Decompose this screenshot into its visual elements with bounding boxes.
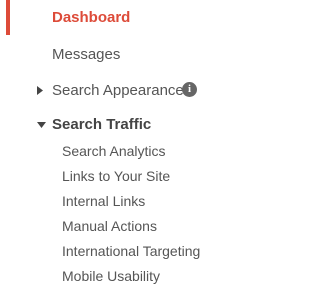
sidebar-subitem-label: International Targeting xyxy=(62,243,201,259)
info-icon[interactable]: i xyxy=(182,82,197,97)
sidebar-item-dashboard[interactable]: Dashboard xyxy=(0,0,247,35)
sidebar-item-messages[interactable]: Messages xyxy=(0,42,247,68)
sidebar-subitem-manual-actions[interactable]: Manual Actions xyxy=(0,215,247,237)
sidebar-item-search-appearance-label: Search Appearance xyxy=(52,82,184,99)
sidebar-subitem-label: Search Analytics xyxy=(62,143,166,159)
sidebar-subitem-mobile-usability[interactable]: Mobile Usability xyxy=(0,265,247,287)
sidebar-subitem-label: Mobile Usability xyxy=(62,268,161,284)
sidebar-subitem-label: Manual Actions xyxy=(62,218,157,234)
sidebar-subitem-label: Internal Links xyxy=(62,193,146,209)
sidebar-item-search-traffic[interactable]: Search Traffic xyxy=(0,112,247,138)
sidebar-item-search-traffic-label: Search Traffic xyxy=(52,116,152,133)
sidebar-item-messages-label: Messages xyxy=(52,46,121,63)
sidebar-nav: Dashboard Messages Search Appearance i S… xyxy=(0,0,247,300)
sidebar-item-dashboard-label: Dashboard xyxy=(52,9,131,26)
sidebar-item-search-appearance[interactable]: Search Appearance xyxy=(0,78,247,104)
sidebar-subitem-international-targeting[interactable]: International Targeting xyxy=(0,240,247,262)
sidebar-subitem-links-to-your-site[interactable]: Links to Your Site xyxy=(0,165,247,187)
sidebar-subitem-search-analytics[interactable]: Search Analytics xyxy=(0,140,247,162)
active-indicator xyxy=(6,0,10,35)
triangle-down-icon xyxy=(37,122,46,128)
triangle-right-icon xyxy=(37,86,43,95)
sidebar-subitem-internal-links[interactable]: Internal Links xyxy=(0,190,247,212)
sidebar-subitem-label: Links to Your Site xyxy=(62,168,171,184)
